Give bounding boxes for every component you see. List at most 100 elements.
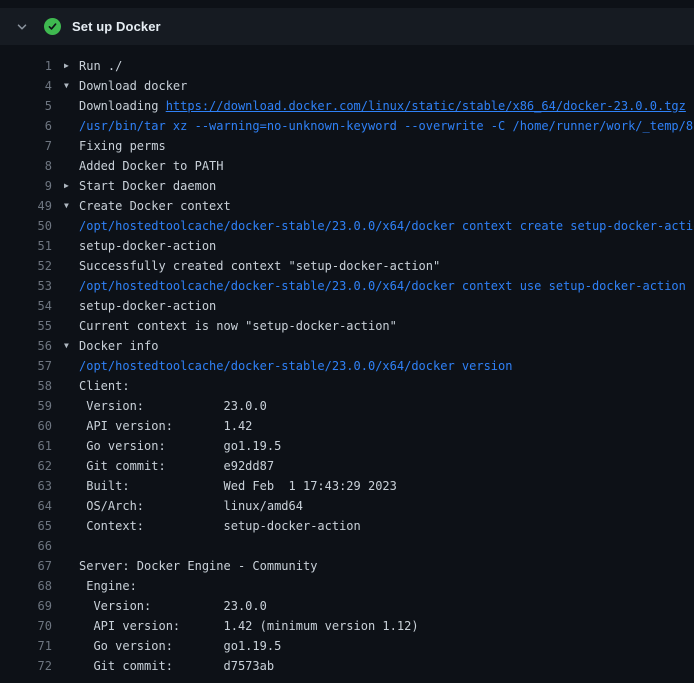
log-line: 72 Git commit: d7573ab xyxy=(0,656,694,676)
arrow-slot xyxy=(64,96,79,116)
line-number[interactable]: 60 xyxy=(0,416,52,436)
line-number[interactable]: 58 xyxy=(0,376,52,396)
arrow-slot xyxy=(64,216,79,236)
line-number[interactable]: 71 xyxy=(0,636,52,656)
line-number[interactable]: 64 xyxy=(0,496,52,516)
log-link[interactable]: https://download.docker.com/linux/static… xyxy=(166,99,686,113)
log-group-toggle[interactable]: Download docker xyxy=(79,76,187,96)
log-line: 58 Client: xyxy=(0,376,694,396)
log-line: 59 Version: 23.0.0 xyxy=(0,396,694,416)
line-number[interactable]: 70 xyxy=(0,616,52,636)
log-group-toggle[interactable]: Run ./ xyxy=(79,56,122,76)
log-group-toggle[interactable]: Docker info xyxy=(79,336,158,356)
arrow-slot xyxy=(64,156,79,176)
success-check-icon xyxy=(44,18,61,35)
chevron-down-icon[interactable] xyxy=(14,19,30,35)
line-number[interactable]: 72 xyxy=(0,656,52,676)
log-text: setup-docker-action xyxy=(79,236,216,256)
group-expanded-arrow-icon[interactable]: ▼ xyxy=(64,336,79,356)
log-line: 55 Current context is now "setup-docker-a… xyxy=(0,316,694,336)
arrow-slot xyxy=(64,376,79,396)
line-number[interactable]: 62 xyxy=(0,456,52,476)
step-header[interactable]: Set up Docker xyxy=(0,8,694,45)
line-number[interactable]: 63 xyxy=(0,476,52,496)
group-expanded-arrow-icon[interactable]: ▼ xyxy=(64,76,79,96)
line-number[interactable]: 4 xyxy=(0,76,52,96)
log-segment: OS/Arch: linux/amd64 xyxy=(79,499,303,513)
log-text: Context: setup-docker-action xyxy=(79,516,361,536)
log-line: 54 setup-docker-action xyxy=(0,296,694,316)
line-number[interactable]: 53 xyxy=(0,276,52,296)
line-number[interactable]: 65 xyxy=(0,516,52,536)
log-text: Added Docker to PATH xyxy=(79,156,224,176)
log-segment: Run ./ xyxy=(79,59,122,73)
log-text: Version: 23.0.0 xyxy=(79,396,267,416)
arrow-slot xyxy=(64,116,79,136)
line-number[interactable]: 55 xyxy=(0,316,52,336)
log-segment: setup-docker-action xyxy=(79,299,216,313)
log-segment: /opt/hostedtoolcache/docker-stable/23.0.… xyxy=(79,279,686,293)
log-line: 57/opt/hostedtoolcache/docker-stable/23.… xyxy=(0,356,694,376)
line-number[interactable]: 6 xyxy=(0,116,52,136)
arrow-slot xyxy=(64,136,79,156)
log-line: 8 Added Docker to PATH xyxy=(0,156,694,176)
log-text: Git commit: e92dd87 xyxy=(79,456,274,476)
line-number[interactable]: 54 xyxy=(0,296,52,316)
log-segment: Docker info xyxy=(79,339,158,353)
log-segment: Git commit: d7573ab xyxy=(79,659,274,673)
log-text: Client: xyxy=(79,376,130,396)
log-text: Downloading https://download.docker.com/… xyxy=(79,96,686,116)
log-line: 52Successfully created context "setup-do… xyxy=(0,256,694,276)
log-segment: Downloading xyxy=(79,99,166,113)
line-number[interactable]: 61 xyxy=(0,436,52,456)
step-title: Set up Docker xyxy=(72,19,161,34)
log-line: 62 Git commit: e92dd87 xyxy=(0,456,694,476)
top-gap xyxy=(0,0,694,8)
log-text: OS/Arch: linux/amd64 xyxy=(79,496,303,516)
line-number[interactable]: 52 xyxy=(0,256,52,276)
arrow-slot xyxy=(64,556,79,576)
line-number[interactable]: 5 xyxy=(0,96,52,116)
log-line: 67Server: Docker Engine - Community xyxy=(0,556,694,576)
log-container: 1▶Run ./4▼Download docker5Downloading ht… xyxy=(0,45,694,676)
line-number[interactable]: 66 xyxy=(0,536,52,556)
arrow-slot xyxy=(64,616,79,636)
log-line: 6/usr/bin/tar xz --warning=no-unknown-ke… xyxy=(0,116,694,136)
log-group-toggle[interactable]: Create Docker context xyxy=(79,196,231,216)
line-number[interactable]: 50 xyxy=(0,216,52,236)
log-text: Current context is now "setup-docker-act… xyxy=(79,316,397,336)
group-collapsed-arrow-icon[interactable]: ▶ xyxy=(64,56,79,76)
group-expanded-arrow-icon[interactable]: ▼ xyxy=(64,196,79,216)
line-number[interactable]: 67 xyxy=(0,556,52,576)
line-number[interactable]: 59 xyxy=(0,396,52,416)
log-line: 7 Fixing perms xyxy=(0,136,694,156)
line-number[interactable]: 56 xyxy=(0,336,52,356)
group-collapsed-arrow-icon[interactable]: ▶ xyxy=(64,176,79,196)
log-group-toggle[interactable]: Start Docker daemon xyxy=(79,176,216,196)
log-line: 53/opt/hostedtoolcache/docker-stable/23.… xyxy=(0,276,694,296)
log-text: API version: 1.42 xyxy=(79,416,252,436)
line-number[interactable]: 8 xyxy=(0,156,52,176)
log-segment: Create Docker context xyxy=(79,199,231,213)
arrow-slot xyxy=(64,596,79,616)
log-text: /opt/hostedtoolcache/docker-stable/23.0.… xyxy=(79,216,694,236)
arrow-slot xyxy=(64,656,79,676)
line-number[interactable]: 57 xyxy=(0,356,52,376)
log-segment: Go version: go1.19.5 xyxy=(79,439,281,453)
line-number[interactable]: 51 xyxy=(0,236,52,256)
log-text: Git commit: d7573ab xyxy=(79,656,274,676)
log-line: 50/opt/hostedtoolcache/docker-stable/23.… xyxy=(0,216,694,236)
log-line: 60 API version: 1.42 xyxy=(0,416,694,436)
line-number[interactable]: 1 xyxy=(0,56,52,76)
line-number[interactable]: 68 xyxy=(0,576,52,596)
log-segment: Added Docker to PATH xyxy=(79,159,224,173)
arrow-slot xyxy=(64,236,79,256)
line-number[interactable]: 9 xyxy=(0,176,52,196)
line-number[interactable]: 7 xyxy=(0,136,52,156)
log-segment: Engine: xyxy=(79,579,137,593)
line-number[interactable]: 69 xyxy=(0,596,52,616)
log-line: 64 OS/Arch: linux/amd64 xyxy=(0,496,694,516)
log-segment: Client: xyxy=(79,379,130,393)
line-number[interactable]: 49 xyxy=(0,196,52,216)
log-segment: Fixing perms xyxy=(79,139,166,153)
